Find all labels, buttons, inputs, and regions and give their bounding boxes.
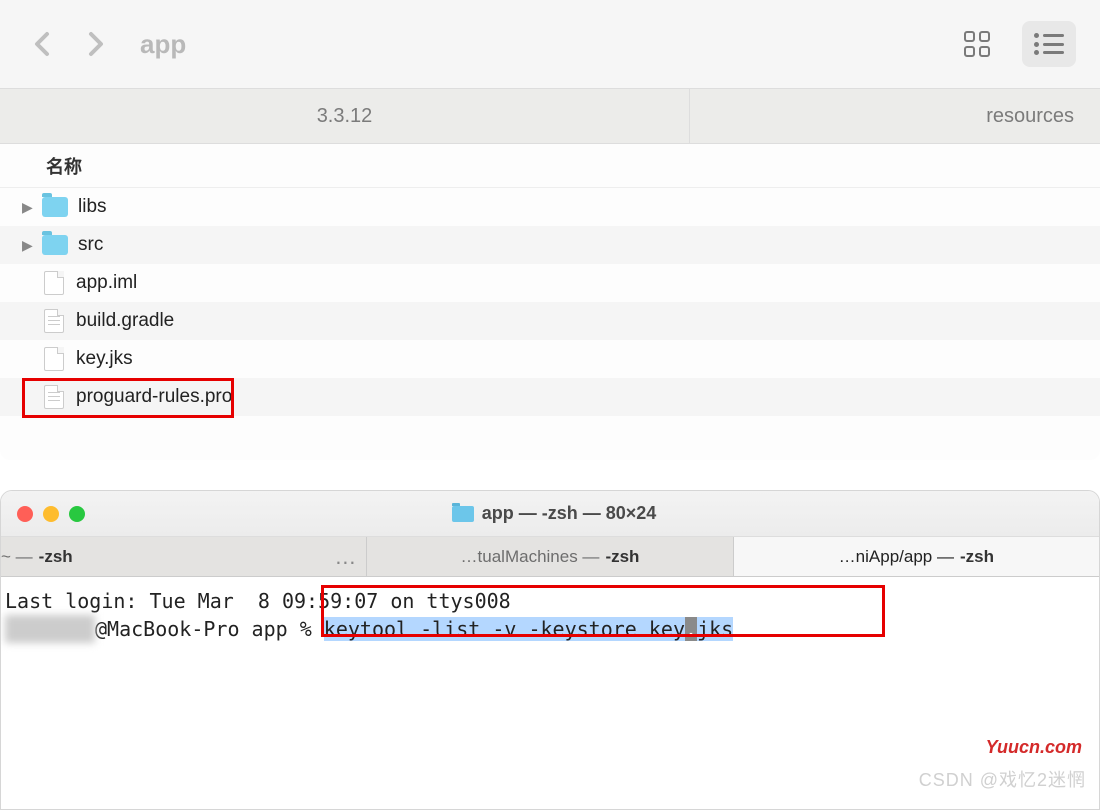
finder-toolbar: app — [0, 0, 1100, 88]
finder-window: app 3.3.12 resources 名称 ▶ libs ▶ src app… — [0, 0, 1100, 460]
command-selected-tail: jks — [697, 617, 733, 641]
terminal-titlebar[interactable]: app — -zsh — 80×24 — [1, 491, 1099, 537]
text-cursor: . — [685, 617, 697, 641]
tab-label-strong: -zsh — [960, 547, 994, 567]
file-icon — [44, 309, 64, 333]
tab-label: ~ — — [1, 547, 33, 567]
list-icon — [1034, 33, 1064, 55]
file-row-proguard[interactable]: proguard-rules.pro — [0, 378, 1100, 416]
file-row-app-iml[interactable]: app.iml — [0, 264, 1100, 302]
command-selected: keytool -list -v -keystore key — [324, 617, 685, 641]
path-bar: 3.3.12 resources — [0, 88, 1100, 144]
tab-label-strong: -zsh — [39, 547, 73, 567]
folder-icon — [42, 235, 68, 255]
window-controls — [17, 506, 85, 522]
terminal-body[interactable]: Last login: Tue Mar 8 09:59:07 on ttys00… — [1, 577, 1099, 653]
terminal-tab-3[interactable]: …niApp/app — -zsh — [734, 537, 1099, 576]
file-name: src — [78, 234, 103, 256]
folder-icon — [452, 506, 474, 522]
chevron-right-icon[interactable]: ▶ — [22, 237, 38, 254]
list-view-button[interactable] — [1022, 21, 1076, 67]
file-row-libs[interactable]: ▶ libs — [0, 188, 1100, 226]
file-name: key.jks — [76, 348, 133, 370]
terminal-tab-1[interactable]: ~ — -zsh … — [1, 537, 367, 576]
minimize-button[interactable] — [43, 506, 59, 522]
file-icon — [44, 271, 64, 295]
blurred-username — [5, 615, 95, 643]
terminal-title: app — -zsh — 80×24 — [85, 503, 1023, 524]
icon-view-button[interactable] — [950, 21, 1004, 67]
file-icon — [44, 347, 64, 371]
prompt-line: @MacBook-Pro app % keytool -list -v -key… — [5, 615, 1095, 643]
file-list: ▶ libs ▶ src app.iml build.gradle key.jk… — [0, 188, 1100, 416]
path-cell-right[interactable]: resources — [690, 89, 1100, 143]
folder-icon — [42, 197, 68, 217]
window-title: app — [140, 29, 186, 60]
watermark-author: CSDN @戏忆2迷惘 — [919, 766, 1086, 792]
forward-button[interactable] — [78, 26, 114, 62]
prompt-host: @MacBook-Pro app % — [95, 617, 324, 641]
terminal-title-text: app — -zsh — 80×24 — [482, 503, 657, 524]
path-cell-left[interactable]: 3.3.12 — [0, 89, 690, 143]
file-name: libs — [78, 196, 107, 218]
file-name: proguard-rules.pro — [76, 386, 232, 408]
column-header-name[interactable]: 名称 — [0, 144, 1100, 188]
watermark-site: Yuucn.com — [986, 737, 1082, 758]
tab-label: …tualMachines — — [461, 547, 600, 567]
file-row-src[interactable]: ▶ src — [0, 226, 1100, 264]
close-button[interactable] — [17, 506, 33, 522]
file-name: build.gradle — [76, 310, 174, 332]
file-row-key-jks[interactable]: key.jks — [0, 340, 1100, 378]
tab-label-strong: -zsh — [605, 547, 639, 567]
tab-label: …niApp/app — — [839, 547, 954, 567]
grid-icon — [964, 31, 990, 57]
ellipsis-icon: … — [334, 544, 366, 570]
chevron-right-icon[interactable]: ▶ — [22, 199, 38, 216]
file-name: app.iml — [76, 272, 137, 294]
terminal-tabs: ~ — -zsh … …tualMachines — -zsh …niApp/a… — [1, 537, 1099, 577]
file-row-build-gradle[interactable]: build.gradle — [0, 302, 1100, 340]
last-login-line: Last login: Tue Mar 8 09:59:07 on ttys00… — [5, 587, 1095, 615]
file-icon — [44, 385, 64, 409]
terminal-window: app — -zsh — 80×24 ~ — -zsh … …tualMachi… — [0, 490, 1100, 810]
back-button[interactable] — [24, 26, 60, 62]
terminal-tab-2[interactable]: …tualMachines — -zsh — [367, 537, 733, 576]
zoom-button[interactable] — [69, 506, 85, 522]
